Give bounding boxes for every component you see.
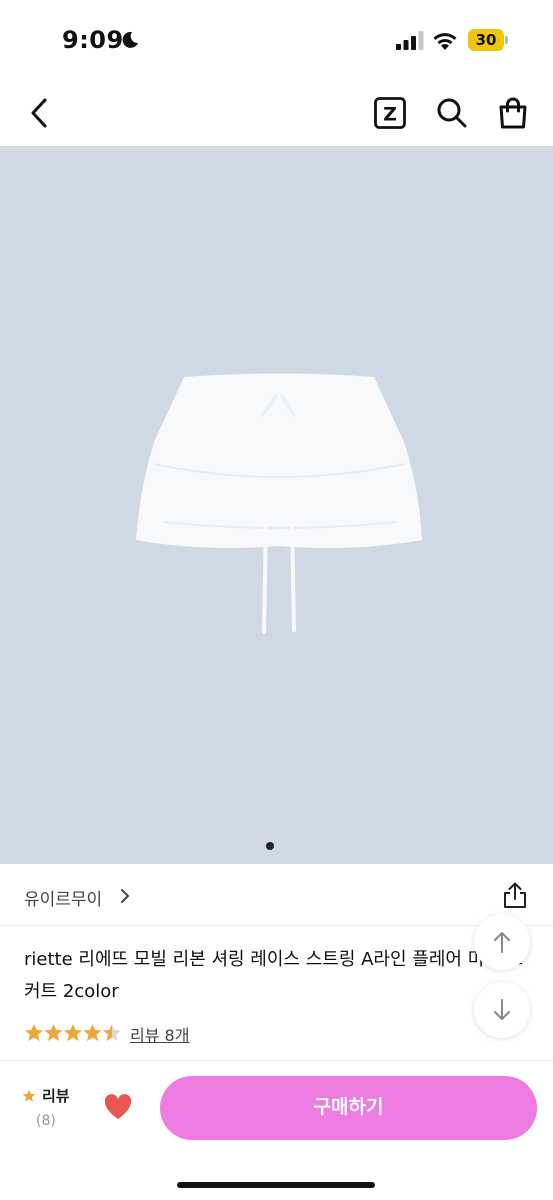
- rating-star: [64, 1024, 82, 1041]
- nav-bar: Z: [0, 80, 553, 146]
- status-time: 9:09: [62, 26, 124, 54]
- scroll-up-button[interactable]: [474, 914, 530, 970]
- signal-icon: [396, 31, 424, 50]
- arrow-down-icon: [494, 999, 510, 1020]
- scroll-down-button[interactable]: [474, 982, 530, 1038]
- brand-row: 유이르무이: [0, 864, 553, 926]
- bottom-action-bar: 리뷰 (8) 구매하기: [0, 1060, 553, 1200]
- rating-star: [103, 1024, 121, 1041]
- product-title: riette 리에뜨 모빌 리본 셔링 레이스 스트링 A라인 플레어 미니 스…: [24, 949, 524, 1002]
- image-pager-dot[interactable]: [266, 842, 274, 850]
- chevron-right-icon[interactable]: [118, 888, 132, 904]
- product-photo-skirt: [136, 373, 422, 634]
- star-icon: [22, 1089, 36, 1102]
- search-icon[interactable]: [435, 96, 469, 130]
- battery-level: 30: [475, 31, 497, 49]
- brand-name[interactable]: 유이르무이: [24, 885, 102, 910]
- bottom-review-count: (8): [36, 1113, 56, 1129]
- product-image[interactable]: [0, 146, 553, 864]
- z-icon[interactable]: Z: [373, 96, 407, 130]
- rating-star: [83, 1024, 102, 1041]
- rating-star: [25, 1024, 43, 1041]
- home-indicator: [177, 1182, 375, 1188]
- rating-star: [44, 1024, 63, 1041]
- back-icon[interactable]: [24, 96, 58, 130]
- arrow-up-icon: [494, 932, 510, 953]
- rating-stars: [25, 1024, 121, 1041]
- review-link[interactable]: 리뷰 8개: [130, 1022, 189, 1046]
- status-bar: 9:09 30: [0, 0, 553, 80]
- buy-button[interactable]: 구매하기: [160, 1076, 537, 1140]
- shopping-bag-icon[interactable]: [496, 96, 530, 130]
- buy-button-label: 구매하기: [313, 1097, 384, 1118]
- z-icon-label: Z: [383, 104, 397, 126]
- moon-icon: [122, 31, 138, 48]
- share-icon[interactable]: [502, 881, 528, 909]
- battery-icon: 30: [468, 29, 508, 51]
- wifi-icon: [433, 33, 457, 50]
- heart-icon[interactable]: [103, 1093, 133, 1121]
- bottom-review-label[interactable]: 리뷰: [42, 1085, 70, 1106]
